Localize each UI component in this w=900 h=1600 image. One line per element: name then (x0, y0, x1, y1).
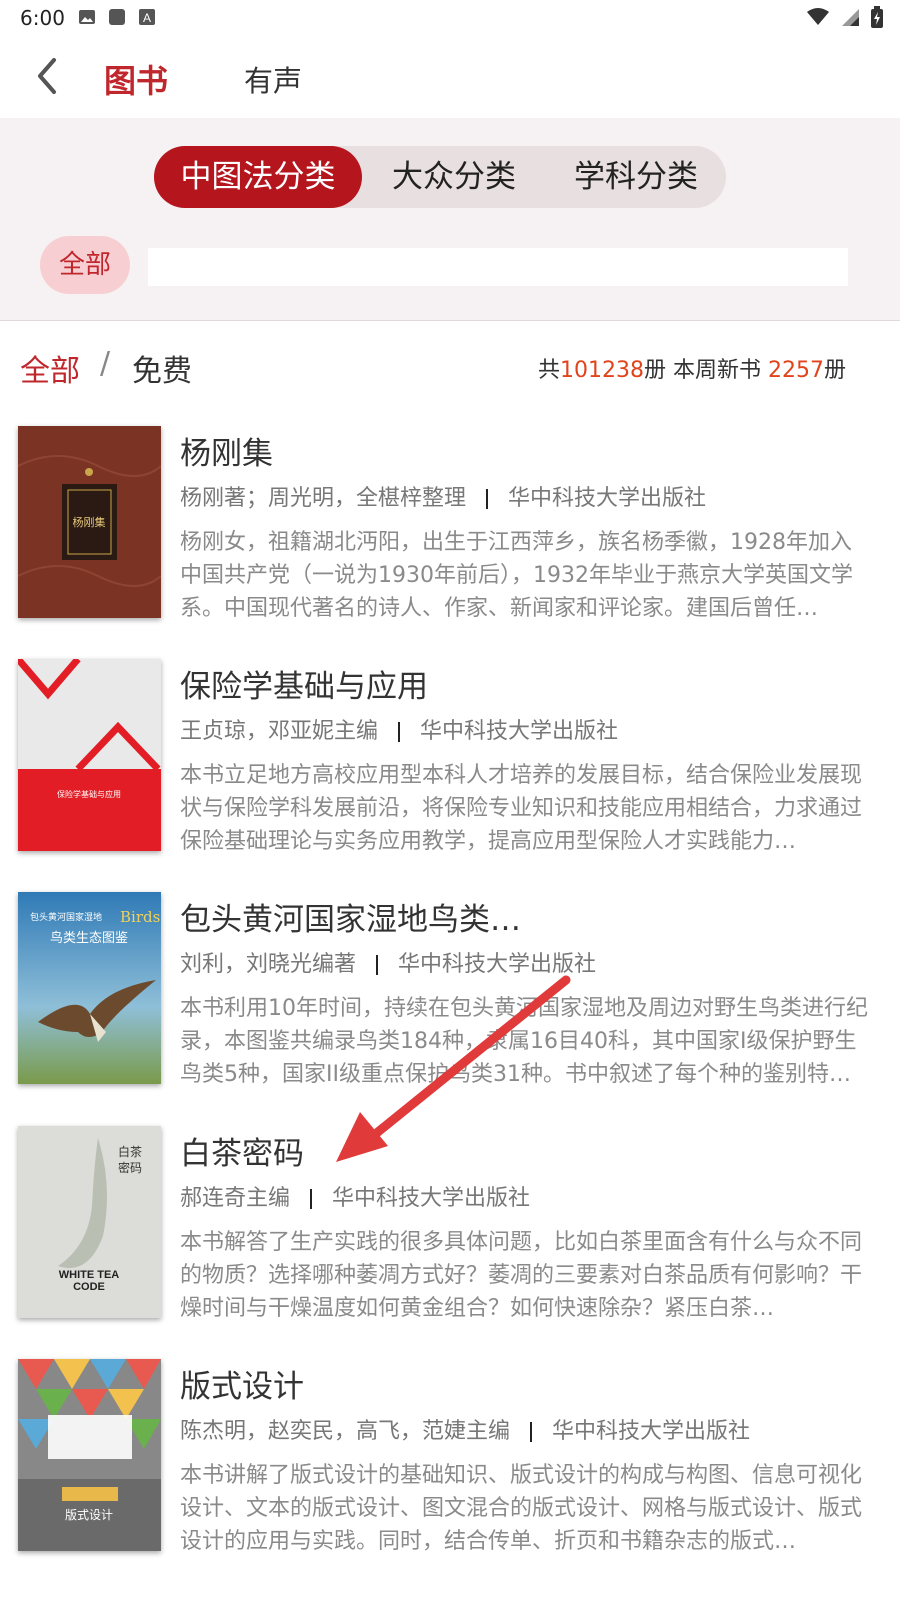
book-description: 本书利用10年时间，持续在包头黄河国家湿地及周边对野生鸟类进行纪录，本图鉴共编录… (180, 992, 870, 1091)
book-meta: 王贞琼，邓亚妮主编 华中科技大学出版社 (180, 713, 618, 745)
book-description-text: 本书立足地方高校应用型本科人才培养的发展目标，结合保险业发展现状与保险学科发展前… (180, 763, 863, 854)
book-description: 本书立足地方高校应用型本科人才培养的发展目标，结合保险业发展现状与保险学科发展前… (180, 759, 870, 858)
meta-divider (530, 1422, 533, 1442)
book-cover[interactable]: 版式设计 (18, 1359, 161, 1551)
category-chip-track (148, 248, 848, 286)
stats-new-suffix: 册 (823, 358, 846, 383)
segment-subject[interactable]: 学科分类 (546, 146, 726, 208)
back-icon (38, 58, 56, 94)
signal-icon (842, 9, 859, 26)
book-item[interactable]: 包头黄河国家湿地 Birds 鸟类生态图鉴 包头黄河国家湿地鸟类生… 刘利，刘晓… (0, 892, 900, 1104)
svg-text:A: A (143, 11, 151, 25)
book-description-text: 杨刚女，祖籍湖北沔阳，出生于江西萍乡，族名杨季徽，1928年加入中国共产党（一说… (180, 530, 853, 621)
book-title[interactable]: 包头黄河国家湿地鸟类生… (180, 894, 540, 939)
cover-whitetea-title-b: 密码 (118, 1160, 142, 1175)
cover-layout-title: 版式设计 (65, 1508, 113, 1522)
book-meta: 郝连奇主编 华中科技大学出版社 (180, 1180, 530, 1212)
cover-whitetea-en-a: WHITE TEA (59, 1269, 120, 1281)
segment-popular[interactable]: 大众分类 (362, 146, 546, 208)
book-title[interactable]: 杨刚集 (180, 428, 273, 473)
stats-total-suffix: 册 本周新书 (643, 358, 768, 383)
top-nav: 图书 有声 (0, 36, 900, 118)
book-title[interactable]: 保险学基础与应用 (180, 661, 428, 706)
meta-divider (310, 1189, 313, 1209)
cover-whitetea-art: 白茶 密码 WHITE TEA CODE (18, 1126, 161, 1318)
filter-free-link[interactable]: 免费 (132, 346, 192, 390)
book-meta: 陈杰明，赵奕民，高飞，范婕主编 华中科技大学出版社 (180, 1413, 750, 1445)
book-meta: 杨刚著；周光明，全椹梓整理 华中科技大学出版社 (180, 480, 706, 512)
stats-new-count: 2257 (767, 358, 824, 383)
tab-books[interactable]: 图书 (104, 56, 168, 102)
book-cover[interactable]: 白茶 密码 WHITE TEA CODE (18, 1126, 161, 1318)
battery-icon (871, 6, 883, 28)
status-bar: 6:00 A (0, 0, 900, 36)
book-publisher: 华中科技大学出版社 (398, 952, 597, 977)
classification-segmented-control: 中图法分类 大众分类 学科分类 (154, 146, 726, 208)
book-publisher: 华中科技大学出版社 (332, 1186, 531, 1211)
book-description-text: 本书利用10年时间，持续在包头黄河国家湿地及周边对野生鸟类进行纪录，本图鉴共编录… (180, 996, 868, 1087)
cover-whitetea-title-a: 白茶 (118, 1144, 142, 1159)
book-authors: 杨刚著；周光明，全椹梓整理 (180, 486, 467, 511)
book-meta: 刘利，刘晓光编著 华中科技大学出版社 (180, 946, 596, 978)
square-icon (109, 9, 125, 25)
book-authors: 陈杰明，赵奕民，高飞，范婕主编 (180, 1419, 511, 1444)
book-description: 本书解答了生产实践的很多具体问题，比如白茶里面含有什么与众不同的物质？选择哪种萎… (180, 1226, 870, 1325)
status-icons-right (806, 6, 884, 28)
category-chip-all[interactable]: 全部 (40, 236, 130, 294)
cover-yanggang-title: 杨刚集 (73, 515, 106, 529)
back-button[interactable] (28, 54, 68, 98)
book-count-stats: 共101238册 本周新书 2257册 (538, 352, 846, 384)
book-cover[interactable]: 杨刚集 (18, 426, 161, 618)
cover-birds-art: 包头黄河国家湿地 Birds 鸟类生态图鉴 (18, 892, 161, 1084)
cover-birds-subtitle: 包头黄河国家湿地 (30, 911, 102, 923)
cover-birds-title: 鸟类生态图鉴 (50, 930, 128, 946)
book-item[interactable]: 版式设计 版式设计 陈杰明，赵奕民，高飞，范婕主编 华中科技大学出版社 本书讲解了… (0, 1359, 900, 1571)
book-authors: 郝连奇主编 (180, 1186, 291, 1211)
wifi-icon (807, 8, 829, 25)
cover-insurance-art: 保险学基础与应用 (18, 659, 161, 851)
book-description-text: 本书解答了生产实践的很多具体问题，比如白茶里面含有什么与众不同的物质？选择哪种萎… (180, 1230, 863, 1321)
book-authors: 王贞琼，邓亚妮主编 (180, 719, 379, 744)
book-cover[interactable]: 包头黄河国家湿地 Birds 鸟类生态图鉴 (18, 892, 161, 1084)
filter-panel: 中图法分类 大众分类 学科分类 全部 (0, 118, 900, 321)
image-icon (79, 10, 95, 24)
book-description-text: 本书讲解了版式设计的基础知识、版式设计的构成与构图、信息可视化设计、文本的版式设… (180, 1463, 863, 1554)
breadcrumb-separator: / (100, 346, 111, 381)
book-cover[interactable]: 保险学基础与应用 (18, 659, 161, 851)
summary-row: 全部 / 免费 共101238册 本周新书 2257册 (0, 322, 900, 412)
book-publisher: 华中科技大学出版社 (420, 719, 619, 744)
book-title[interactable]: 白茶密码 (180, 1128, 304, 1173)
segment-clc[interactable]: 中图法分类 (154, 146, 362, 208)
status-time: 6:00 (20, 6, 65, 30)
filter-all-link[interactable]: 全部 (20, 346, 80, 390)
meta-divider (398, 722, 401, 742)
book-description: 本书讲解了版式设计的基础知识、版式设计的构成与构图、信息可视化设计、文本的版式设… (180, 1459, 870, 1558)
a-icon: A (139, 9, 155, 25)
book-title[interactable]: 版式设计 (180, 1361, 304, 1406)
book-authors: 刘利，刘晓光编著 (180, 952, 357, 977)
cover-layout-art: 版式设计 (18, 1359, 161, 1551)
cover-whitetea-en-b: CODE (73, 1281, 105, 1293)
book-item[interactable]: 杨刚集 杨刚集 杨刚著；周光明，全椹梓整理 华中科技大学出版社 杨刚女，祖籍湖北沔… (0, 426, 900, 638)
book-description: 杨刚女，祖籍湖北沔阳，出生于江西萍乡，族名杨季徽，1928年加入中国共产党（一说… (180, 526, 870, 625)
stats-total-count: 101238 (560, 358, 644, 383)
cover-insurance-title: 保险学基础与应用 (57, 789, 121, 799)
book-publisher: 华中科技大学出版社 (552, 1419, 751, 1444)
book-item[interactable]: 保险学基础与应用 保险学基础与应用 王贞琼，邓亚妮主编 华中科技大学出版社 本书立… (0, 659, 900, 871)
cover-yanggang-art: 杨刚集 (18, 426, 161, 618)
meta-divider (376, 955, 379, 975)
tab-audio[interactable]: 有声 (244, 58, 302, 100)
meta-divider (486, 489, 489, 509)
stats-total-prefix: 共 (537, 358, 560, 383)
cover-birds-en: Birds (120, 908, 160, 926)
status-icons-left: A (78, 8, 156, 26)
book-item[interactable]: 白茶 密码 WHITE TEA CODE 白茶密码 郝连奇主编 华中科技大学出版社… (0, 1126, 900, 1338)
book-publisher: 华中科技大学出版社 (508, 486, 707, 511)
